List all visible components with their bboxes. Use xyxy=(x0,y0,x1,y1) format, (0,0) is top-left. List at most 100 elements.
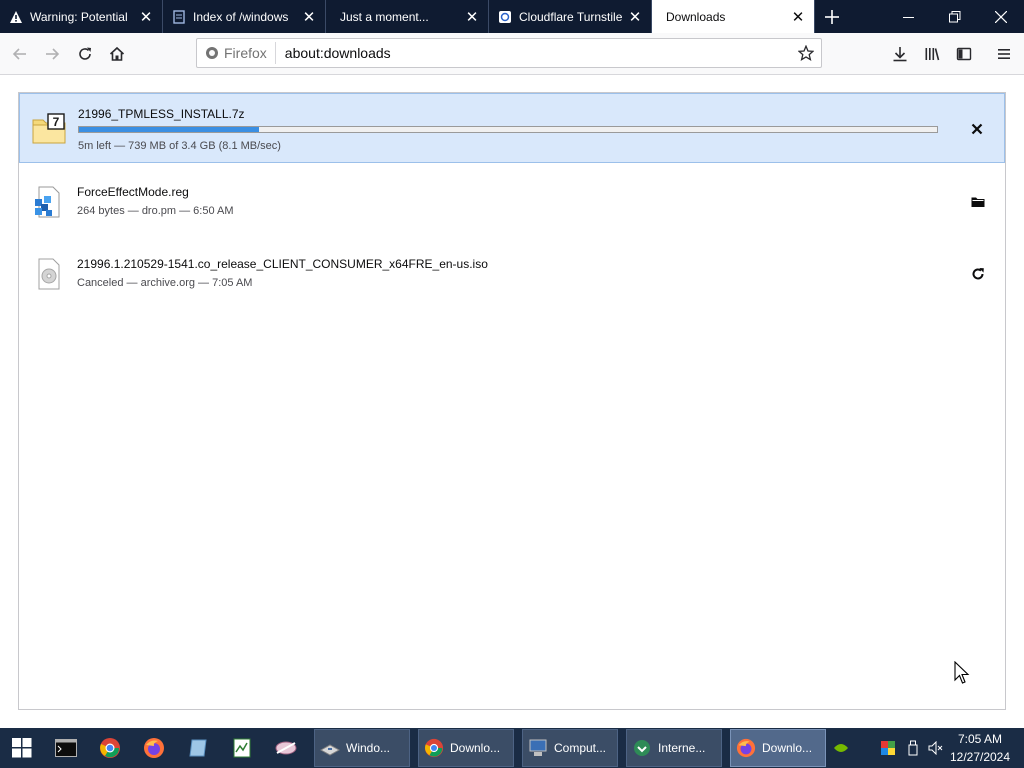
minimize-icon xyxy=(903,16,914,18)
home-button[interactable] xyxy=(101,38,133,70)
task-label: Comput... xyxy=(554,741,607,755)
internet-download-icon xyxy=(634,740,650,756)
restore-button[interactable] xyxy=(932,0,978,33)
cancel-download-button[interactable] xyxy=(966,118,988,140)
start-icon xyxy=(12,738,32,758)
download-arrow-icon xyxy=(893,47,907,62)
hamburger-menu-icon xyxy=(998,49,1010,59)
tab-cloudflare-turnstile[interactable]: Cloudflare Turnstile ✕ xyxy=(489,0,652,33)
tab-title: Downloads xyxy=(666,9,726,24)
minimize-button[interactable] xyxy=(886,0,932,33)
tab-title: Cloudflare Turnstile xyxy=(519,9,623,24)
close-icon xyxy=(995,10,1007,23)
page-icon xyxy=(171,9,187,25)
network-icon xyxy=(275,741,297,755)
taskbar-task-explorer[interactable]: Windo... xyxy=(314,729,410,767)
tray-volume[interactable] xyxy=(926,728,946,768)
notepad-icon xyxy=(189,739,207,757)
close-tab-icon[interactable]: ✕ xyxy=(627,9,643,26)
forward-button[interactable] xyxy=(36,38,68,70)
taskbar-pin-chrome[interactable] xyxy=(88,728,132,768)
retry-download-button[interactable] xyxy=(967,263,989,285)
tray-color-app[interactable] xyxy=(878,728,898,768)
download-item-forceeffectmode[interactable]: ForceEffectMode.reg 264 bytes — dro.pm —… xyxy=(19,167,1005,237)
download-status: 5m left — 739 MB of 3.4 GB (8.1 MB/sec) xyxy=(78,140,281,152)
download-status: 264 bytes — dro.pm — 6:50 AM xyxy=(77,205,234,217)
task-label: Downlo... xyxy=(450,741,501,755)
taskbar-pin-spreadsheet[interactable] xyxy=(220,728,264,768)
close-tab-icon[interactable]: ✕ xyxy=(464,9,480,26)
color-palette-icon xyxy=(881,741,895,755)
tab-title: Just a moment... xyxy=(340,9,429,24)
tray-usb[interactable] xyxy=(903,728,923,768)
volume-muted-icon xyxy=(928,741,943,755)
taskbar-pin-network[interactable] xyxy=(264,728,308,768)
url-bar[interactable]: Firefox about:downloads xyxy=(196,38,822,68)
disc-image-icon xyxy=(31,257,65,291)
warning-icon xyxy=(8,9,24,25)
task-label: Interne... xyxy=(658,741,706,755)
tray-nvidia[interactable] xyxy=(830,728,852,768)
tab-downloads[interactable]: Downloads ✕ xyxy=(652,0,815,33)
back-button[interactable] xyxy=(4,38,36,70)
plus-icon xyxy=(825,9,839,24)
home-icon xyxy=(109,46,125,61)
library-button[interactable] xyxy=(916,38,948,70)
task-label: Downlo... xyxy=(762,741,813,755)
tab-strip: Warning: Potential ✕ Index of /windows ✕… xyxy=(0,0,1024,33)
reload-icon xyxy=(79,47,91,60)
close-tab-icon[interactable]: ✕ xyxy=(790,9,806,26)
taskbar-pin-cmd[interactable] xyxy=(44,728,88,768)
tab-title: Index of /windows xyxy=(193,9,289,24)
tab-title: Warning: Potential xyxy=(30,9,128,24)
star-icon xyxy=(798,45,814,61)
sidebar-button[interactable] xyxy=(948,38,980,70)
taskbar-task-chrome[interactable]: Downlo... xyxy=(418,729,514,767)
taskbar-task-computer[interactable]: Comput... xyxy=(522,729,618,767)
tab-just-a-moment[interactable]: Just a moment... ✕ xyxy=(326,0,489,33)
bookmark-star-button[interactable] xyxy=(791,38,821,68)
menu-button[interactable] xyxy=(988,38,1020,70)
firefox-icon xyxy=(144,738,164,758)
taskbar-pin-notepad[interactable] xyxy=(176,728,220,768)
download-status: Canceled — archive.org — 7:05 AM xyxy=(77,277,253,289)
downloads-button[interactable] xyxy=(884,38,916,70)
close-tab-icon[interactable]: ✕ xyxy=(138,9,154,26)
start-button[interactable] xyxy=(0,728,44,768)
mouse-cursor-icon xyxy=(954,660,970,688)
download-filename: 21996_TPMLESS_INSTALL.7z xyxy=(78,107,245,121)
download-item-windows-iso[interactable]: 21996.1.210529-1541.co_release_CLIENT_CO… xyxy=(19,239,1005,309)
downloads-list: 7 21996_TPMLESS_INSTALL.7z 5m left — 739… xyxy=(18,92,1006,710)
retry-icon xyxy=(972,268,984,280)
clock-time: 7:05 AM xyxy=(957,732,1003,746)
taskbar-clock[interactable]: 7:05 AM 12/27/2024 xyxy=(944,730,1016,766)
url-input[interactable]: about:downloads xyxy=(276,45,791,61)
computer-icon xyxy=(529,739,547,756)
download-filename: ForceEffectMode.reg xyxy=(77,185,189,199)
tab-warning[interactable]: Warning: Potential ✕ xyxy=(0,0,163,33)
identity-label: Firefox xyxy=(224,45,267,61)
taskbar-task-firefox[interactable]: Downlo... xyxy=(730,729,826,767)
new-tab-button[interactable] xyxy=(815,0,849,33)
explorer-icon xyxy=(320,744,340,756)
turnstile-icon xyxy=(497,9,513,25)
close-window-button[interactable] xyxy=(978,0,1024,33)
reload-button[interactable] xyxy=(69,38,101,70)
task-label: Windo... xyxy=(346,741,391,755)
chrome-icon xyxy=(424,738,444,758)
back-arrow-icon xyxy=(12,48,26,60)
clock-date: 12/27/2024 xyxy=(949,750,1011,764)
taskbar-task-internet-download[interactable]: Interne... xyxy=(626,729,722,767)
close-tab-icon[interactable]: ✕ xyxy=(301,9,317,26)
navigation-toolbar: Firefox about:downloads xyxy=(0,33,1024,75)
taskbar-pin-firefox[interactable] xyxy=(132,728,176,768)
7z-archive-icon: 7 xyxy=(32,112,66,146)
sidebar-icon xyxy=(956,47,972,61)
forward-arrow-icon xyxy=(46,48,60,60)
usb-device-icon xyxy=(908,740,918,756)
identity-box[interactable]: Firefox xyxy=(197,42,276,64)
download-item-tpmless-install[interactable]: 7 21996_TPMLESS_INSTALL.7z 5m left — 739… xyxy=(19,93,1005,163)
tab-index-of-windows[interactable]: Index of /windows ✕ xyxy=(163,0,326,33)
folder-icon xyxy=(971,197,985,207)
show-in-folder-button[interactable] xyxy=(967,191,989,213)
